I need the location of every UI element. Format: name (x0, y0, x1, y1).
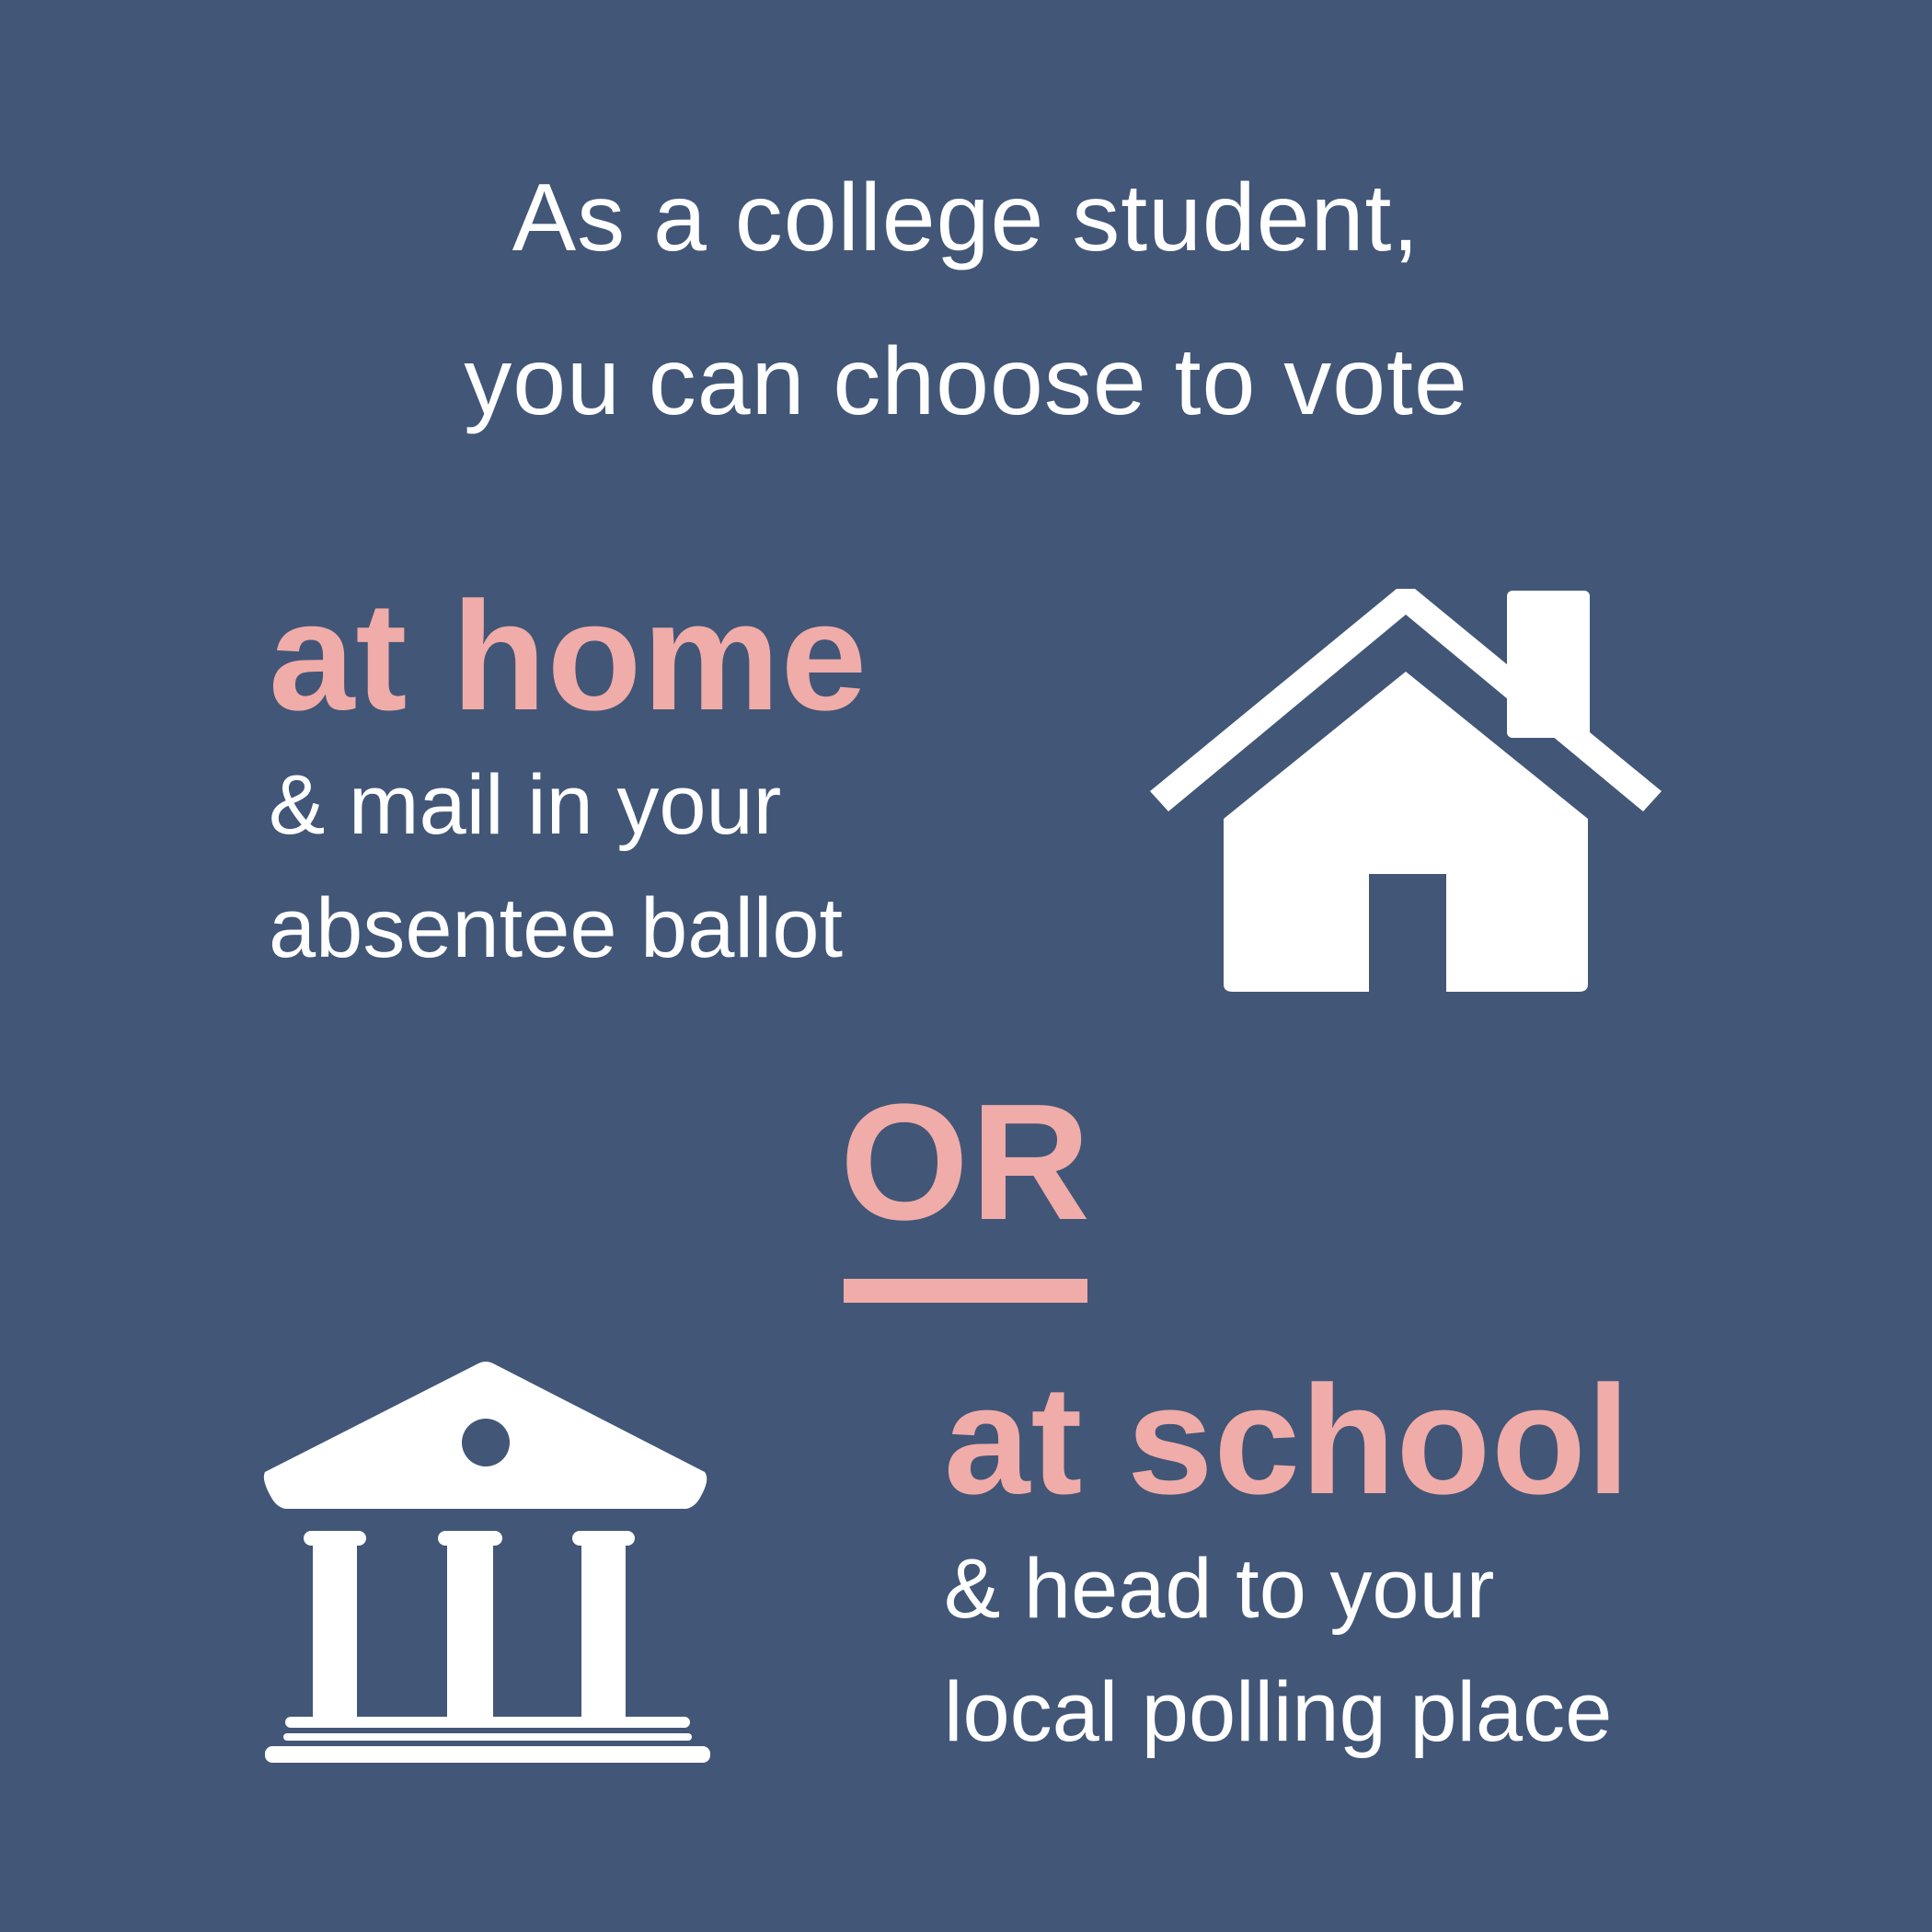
or-label: OR (840, 1070, 1092, 1255)
home-subtext-line-1: & mail in your (269, 758, 782, 852)
or-separator: OR (828, 1070, 1104, 1303)
school-subtext-line-2: local polling place (944, 1665, 1613, 1759)
or-underline (844, 1279, 1087, 1303)
school-subtext-line-1: & head to your (944, 1542, 1495, 1636)
intro-text: As a college student, you can choose to … (0, 136, 1932, 464)
infographic: As a college student, you can choose to … (0, 0, 1932, 1932)
government-building-icon (263, 1362, 710, 1763)
home-heading: at home (269, 569, 868, 742)
house-icon (1150, 589, 1662, 994)
school-heading: at school (944, 1353, 1631, 1526)
home-option: at home & mail in your absentee ballot (269, 569, 1005, 990)
school-option: at school & head to your local polling p… (944, 1352, 1901, 1774)
intro-line-1: As a college student, (512, 165, 1420, 271)
home-subtext-line-2: absentee ballot (269, 881, 844, 975)
intro-line-2: you can choose to vote (464, 328, 1468, 435)
